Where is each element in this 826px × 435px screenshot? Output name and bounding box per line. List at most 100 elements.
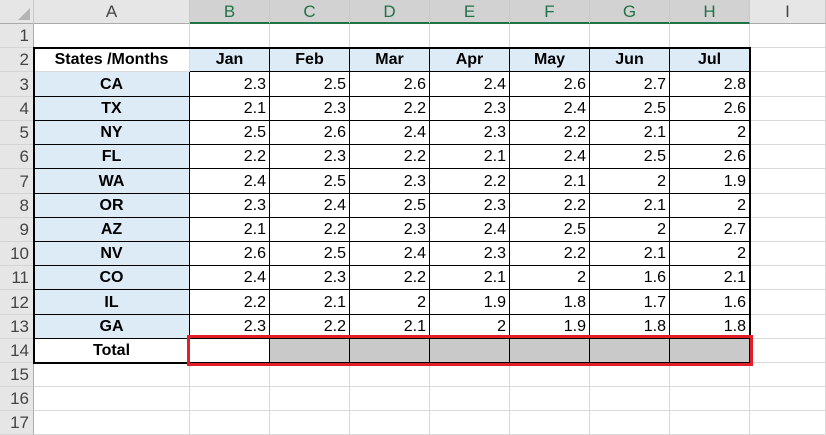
row-header-7[interactable]: 7	[0, 169, 34, 194]
value-cell[interactable]: 2.4	[350, 242, 430, 266]
value-cell[interactable]: 2.3	[190, 194, 270, 218]
value-cell[interactable]: 2.2	[510, 121, 590, 145]
month-header-apr[interactable]: Apr	[430, 48, 510, 72]
month-header-jun[interactable]: Jun	[590, 48, 670, 72]
month-header-jan[interactable]: Jan	[190, 48, 270, 72]
value-cell[interactable]: 1.8	[510, 290, 590, 315]
column-header-i[interactable]: I	[750, 0, 826, 24]
state-label-ca[interactable]: CA	[34, 72, 190, 97]
value-cell[interactable]: 2.6	[270, 121, 350, 145]
value-cell[interactable]: 2	[590, 169, 670, 194]
value-cell[interactable]: 2.6	[510, 72, 590, 97]
cell[interactable]	[34, 24, 190, 48]
total-cell[interactable]	[670, 339, 750, 363]
column-header-d[interactable]: D	[350, 0, 430, 24]
value-cell[interactable]: 2.4	[430, 218, 510, 242]
cell[interactable]	[750, 339, 826, 363]
row-header-16[interactable]: 16	[0, 387, 34, 411]
total-cell[interactable]	[350, 339, 430, 363]
value-cell[interactable]: 2	[430, 315, 510, 339]
state-label-wa[interactable]: WA	[34, 169, 190, 194]
column-header-c[interactable]: C	[270, 0, 350, 24]
value-cell[interactable]: 2.3	[190, 72, 270, 97]
cell[interactable]	[190, 411, 270, 435]
total-cell[interactable]	[270, 339, 350, 363]
value-cell[interactable]: 2.3	[430, 194, 510, 218]
value-cell[interactable]: 2.3	[430, 121, 510, 145]
cell[interactable]	[750, 290, 826, 315]
row-header-9[interactable]: 9	[0, 218, 34, 242]
value-cell[interactable]: 2.5	[590, 145, 670, 169]
value-cell[interactable]: 2.5	[510, 218, 590, 242]
cell[interactable]	[590, 24, 670, 48]
value-cell[interactable]: 2.1	[190, 97, 270, 121]
cell[interactable]	[750, 242, 826, 266]
value-cell[interactable]: 2	[510, 266, 590, 290]
cell[interactable]	[750, 97, 826, 121]
value-cell[interactable]: 2.3	[430, 97, 510, 121]
month-header-mar[interactable]: Mar	[350, 48, 430, 72]
value-cell[interactable]: 2.2	[270, 218, 350, 242]
cell[interactable]	[750, 24, 826, 48]
value-cell[interactable]: 2.5	[270, 242, 350, 266]
cell[interactable]	[750, 72, 826, 97]
value-cell[interactable]: 2.5	[350, 194, 430, 218]
cell[interactable]	[750, 194, 826, 218]
row-header-4[interactable]: 4	[0, 97, 34, 121]
cell[interactable]	[590, 363, 670, 387]
total-label[interactable]: Total	[34, 339, 190, 363]
value-cell[interactable]: 2.2	[190, 145, 270, 169]
month-header-feb[interactable]: Feb	[270, 48, 350, 72]
total-cell[interactable]	[190, 339, 270, 363]
value-cell[interactable]: 2.6	[350, 72, 430, 97]
column-header-g[interactable]: G	[590, 0, 670, 24]
row-header-5[interactable]: 5	[0, 121, 34, 145]
row-header-2[interactable]: 2	[0, 48, 34, 72]
cell[interactable]	[670, 363, 750, 387]
cell[interactable]	[190, 24, 270, 48]
cell[interactable]	[34, 363, 190, 387]
cell[interactable]	[430, 24, 510, 48]
cell[interactable]	[590, 387, 670, 411]
select-all-corner[interactable]	[0, 0, 34, 24]
month-header-jul[interactable]: Jul	[670, 48, 750, 72]
cell[interactable]	[750, 121, 826, 145]
column-header-b[interactable]: B	[190, 0, 270, 24]
cell[interactable]	[510, 363, 590, 387]
value-cell[interactable]: 2.4	[350, 121, 430, 145]
value-cell[interactable]: 2	[670, 242, 750, 266]
row-header-10[interactable]: 10	[0, 242, 34, 266]
cell[interactable]	[34, 411, 190, 435]
value-cell[interactable]: 2.1	[430, 266, 510, 290]
value-cell[interactable]: 2.5	[270, 72, 350, 97]
cell[interactable]	[430, 411, 510, 435]
row-header-13[interactable]: 13	[0, 315, 34, 339]
value-cell[interactable]: 2.2	[350, 145, 430, 169]
cell[interactable]	[270, 363, 350, 387]
value-cell[interactable]: 2.4	[270, 194, 350, 218]
cell[interactable]	[750, 363, 826, 387]
row-header-15[interactable]: 15	[0, 363, 34, 387]
cell[interactable]	[34, 387, 190, 411]
value-cell[interactable]: 2	[590, 218, 670, 242]
value-cell[interactable]: 2.3	[270, 266, 350, 290]
value-cell[interactable]: 2.2	[430, 169, 510, 194]
value-cell[interactable]: 2.2	[350, 266, 430, 290]
value-cell[interactable]: 2.4	[190, 266, 270, 290]
value-cell[interactable]: 2.4	[510, 97, 590, 121]
cell[interactable]	[750, 387, 826, 411]
value-cell[interactable]: 1.6	[590, 266, 670, 290]
value-cell[interactable]: 2	[670, 194, 750, 218]
cell[interactable]	[270, 387, 350, 411]
cell[interactable]	[510, 411, 590, 435]
value-cell[interactable]: 2.1	[670, 266, 750, 290]
cell[interactable]	[190, 363, 270, 387]
cell[interactable]	[510, 387, 590, 411]
value-cell[interactable]: 2.2	[350, 97, 430, 121]
column-header-e[interactable]: E	[430, 0, 510, 24]
cell[interactable]	[670, 24, 750, 48]
cell[interactable]	[590, 411, 670, 435]
value-cell[interactable]: 2.3	[270, 145, 350, 169]
cell[interactable]	[750, 266, 826, 290]
cell[interactable]	[350, 363, 430, 387]
